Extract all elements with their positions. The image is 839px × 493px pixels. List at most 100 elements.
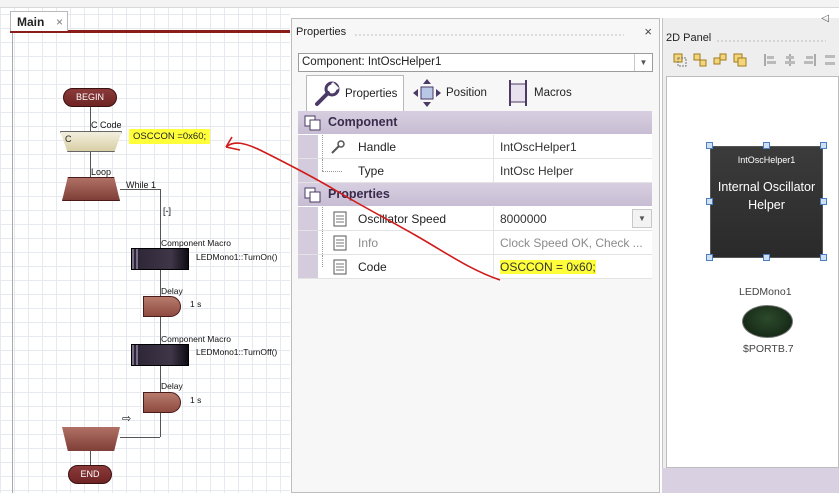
led-component[interactable] xyxy=(742,305,793,338)
dropdown-arrow-icon[interactable]: ▼ xyxy=(632,209,652,228)
component-body-text: Internal Oscillator Helper xyxy=(717,180,816,212)
tree-line xyxy=(322,231,323,254)
resize-handle[interactable] xyxy=(763,254,770,261)
loop-connector xyxy=(120,189,160,190)
delay1-block[interactable] xyxy=(143,296,181,317)
property-grid: Component Handle IntOscHelper1 Type IntO… xyxy=(298,111,652,279)
component-select[interactable]: Component: IntOscHelper1 ▼ xyxy=(298,53,653,72)
ccode-text-highlight: OSCCON =0x60; xyxy=(129,129,211,144)
begin-block[interactable]: BEGIN xyxy=(63,88,117,107)
row-gutter xyxy=(298,207,318,230)
macro2-caption: Component Macro xyxy=(161,334,231,344)
top-toolbar-strip xyxy=(0,0,839,8)
delay1-caption: Delay xyxy=(161,286,183,296)
resize-handle[interactable] xyxy=(706,254,713,261)
document-icon xyxy=(333,259,347,275)
dropdown-arrow-icon[interactable]: ▼ xyxy=(634,54,652,71)
panel-2d-footer xyxy=(662,468,839,493)
tree-line xyxy=(322,135,323,158)
row-gutter xyxy=(298,231,318,254)
tab-main[interactable]: Main × xyxy=(10,11,68,31)
section-properties[interactable]: Properties xyxy=(298,183,652,207)
align-left-icon[interactable] xyxy=(763,53,777,67)
insertion-arrow-icon: ⇨ xyxy=(122,413,132,425)
scroll-left-icon[interactable]: ◁ xyxy=(821,13,829,24)
resize-handle[interactable] xyxy=(820,254,827,261)
property-name: Code xyxy=(358,260,387,274)
row-gutter xyxy=(298,135,318,158)
section-icon xyxy=(304,115,321,131)
select-tool-icon[interactable] xyxy=(673,53,687,67)
delay1-value: 1 s xyxy=(190,299,202,309)
properties-tabs: Properties Position Macros xyxy=(304,75,652,111)
tree-line xyxy=(322,171,342,172)
copy-tool-icon[interactable] xyxy=(733,53,747,67)
code-value-highlight: OSCCON = 0x60; xyxy=(500,260,596,274)
tab-position[interactable]: Position xyxy=(408,75,488,111)
property-row-info[interactable]: Info Clock Speed OK, Check ... xyxy=(298,231,652,255)
led-label: LEDMono1 xyxy=(739,286,792,298)
ccode-block[interactable]: C xyxy=(60,131,122,152)
tab-macros[interactable]: Macros xyxy=(504,75,574,111)
property-value[interactable]: OSCCON = 0x60; xyxy=(493,255,652,279)
property-row-type[interactable]: Type IntOsc Helper xyxy=(298,159,652,183)
property-value: Clock Speed OK, Check ... xyxy=(493,231,652,255)
resize-handle[interactable] xyxy=(706,198,713,205)
section-component[interactable]: Component xyxy=(298,111,652,135)
loop-caption: Loop xyxy=(91,167,112,177)
align-right-icon[interactable] xyxy=(803,53,817,67)
delay2-caption: Delay xyxy=(161,381,183,391)
resize-handle[interactable] xyxy=(706,142,713,149)
tab-macros-label: Macros xyxy=(534,87,572,99)
align-center-icon[interactable] xyxy=(783,53,797,67)
resize-handle[interactable] xyxy=(820,198,827,205)
properties-close-icon[interactable]: × xyxy=(644,24,652,39)
macro2-block[interactable] xyxy=(131,344,189,366)
property-value[interactable]: IntOscHelper1 xyxy=(493,135,652,159)
loop-end-block xyxy=(62,427,120,451)
connector xyxy=(90,451,91,465)
resize-handle[interactable] xyxy=(820,142,827,149)
end-block[interactable]: END xyxy=(68,465,112,484)
resize-handle[interactable] xyxy=(763,142,770,149)
delay2-block[interactable] xyxy=(143,392,181,413)
macro1-caption: Component Macro xyxy=(161,238,231,248)
ccode-caption: C Code xyxy=(91,120,122,130)
panel-2d: ◁ 2D Panel IntOscHelper1 Internal Oscill… xyxy=(662,13,839,493)
intosc-helper-component[interactable]: IntOscHelper1 Internal Oscillator Helper xyxy=(710,146,823,258)
distribute-icon[interactable] xyxy=(823,53,837,67)
flowchart-canvas[interactable]: BEGIN C Code C OSCCON =0x60; Loop While … xyxy=(0,0,290,493)
loop-connector xyxy=(120,437,160,438)
ungroup-tool-icon[interactable] xyxy=(713,53,727,67)
property-value[interactable]: IntOsc Helper xyxy=(493,159,652,183)
properties-window: Properties × Component: IntOscHelper1 ▼ … xyxy=(291,18,660,493)
move-arrows-icon xyxy=(413,79,441,107)
wrench-icon xyxy=(315,81,340,106)
property-name: Oscillator Speed xyxy=(358,212,447,226)
macro2-text: LEDMono1::TurnOff() xyxy=(196,347,278,357)
title-grip[interactable] xyxy=(354,33,624,37)
component-select-value: Component: IntOscHelper1 xyxy=(302,56,442,68)
property-name: Info xyxy=(358,236,379,250)
tab-close-icon[interactable]: × xyxy=(56,15,63,29)
row-gutter xyxy=(298,255,318,278)
row-gutter xyxy=(298,159,318,182)
property-name: Type xyxy=(358,164,385,178)
property-row-handle[interactable]: Handle IntOscHelper1 xyxy=(298,135,652,159)
panel-2d-canvas[interactable]: IntOscHelper1 Internal Oscillator Helper… xyxy=(666,76,839,468)
property-row-code[interactable]: Code OSCCON = 0x60; xyxy=(298,255,652,279)
property-row-oscillator-speed[interactable]: Oscillator Speed 8000000 ▼ xyxy=(298,207,652,231)
loop-block[interactable] xyxy=(62,177,120,201)
tab-main-label: Main xyxy=(17,15,45,29)
tab-position-label: Position xyxy=(446,87,487,99)
group-tool-icon[interactable] xyxy=(693,53,707,67)
macro-block-icon xyxy=(509,80,527,106)
collapse-toggle[interactable]: [-] xyxy=(163,206,171,216)
title-grip[interactable] xyxy=(716,39,826,43)
properties-title: Properties xyxy=(296,26,347,38)
panel-2d-title: 2D Panel xyxy=(666,32,712,44)
macro1-block[interactable] xyxy=(131,248,189,270)
property-value[interactable]: 8000000 xyxy=(493,207,652,231)
tree-line xyxy=(322,159,323,171)
tab-properties[interactable]: Properties xyxy=(306,75,404,111)
